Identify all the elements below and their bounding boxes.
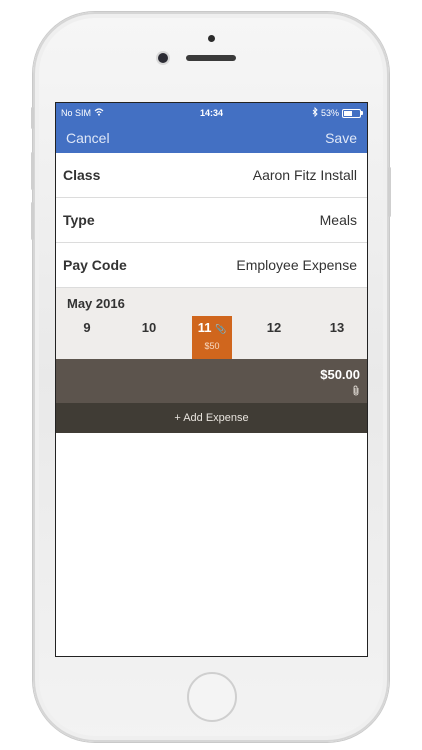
day-number: 9: [83, 320, 91, 335]
calendar-day-10[interactable]: 10: [129, 316, 169, 359]
calendar-day-9[interactable]: 9: [67, 316, 107, 359]
add-expense-button[interactable]: + Add Expense: [56, 403, 367, 433]
day-number: 11: [197, 320, 212, 335]
status-right: 53%: [312, 106, 363, 119]
bluetooth-icon: [312, 106, 318, 119]
volume-down-button: [31, 202, 34, 240]
battery-percent: 53%: [320, 108, 339, 118]
power-button: [388, 167, 391, 217]
week-calendar: May 2016 9 10 11 📎 $50 12 13: [56, 288, 367, 359]
paperclip-icon: [352, 385, 360, 399]
volume-up-button: [31, 152, 34, 190]
calendar-month: May 2016: [67, 296, 125, 311]
expense-amount: $50.00: [320, 367, 360, 382]
type-value: Meals: [319, 212, 357, 228]
calendar-day-11-selected[interactable]: 11 📎 $50: [192, 316, 232, 359]
pay-code-label: Pay Code: [63, 257, 127, 273]
type-row[interactable]: Type Meals: [56, 198, 367, 243]
front-sensor: [208, 35, 215, 42]
expense-entry-row[interactable]: $50.00: [56, 359, 367, 403]
calendar-day-12[interactable]: 12: [254, 316, 294, 359]
cancel-button[interactable]: Cancel: [66, 130, 110, 146]
day-number: 10: [141, 320, 157, 335]
front-camera: [158, 53, 168, 63]
pay-code-row[interactable]: Pay Code Employee Expense: [56, 243, 367, 288]
class-row[interactable]: Class Aaron Fitz Install: [56, 153, 367, 198]
class-label: Class: [63, 167, 101, 183]
day-number: 13: [329, 320, 345, 335]
home-button[interactable]: [187, 672, 237, 722]
day-number: 12: [266, 320, 282, 335]
type-label: Type: [63, 212, 95, 228]
calendar-day-13[interactable]: 13: [317, 316, 357, 359]
paperclip-icon: 📎: [215, 324, 227, 334]
nav-bar: Cancel Save: [56, 123, 367, 153]
status-bar: No SIM 14:34 53%: [56, 103, 367, 123]
mute-switch: [31, 107, 34, 129]
day-amount: $50: [204, 341, 220, 351]
battery-icon: [342, 108, 363, 118]
pay-code-value: Employee Expense: [236, 257, 357, 273]
class-value: Aaron Fitz Install: [252, 167, 357, 183]
earpiece-speaker: [186, 55, 236, 61]
save-button[interactable]: Save: [325, 130, 357, 146]
app-screen: No SIM 14:34 53% Cancel Save Class Aaron…: [55, 102, 368, 657]
